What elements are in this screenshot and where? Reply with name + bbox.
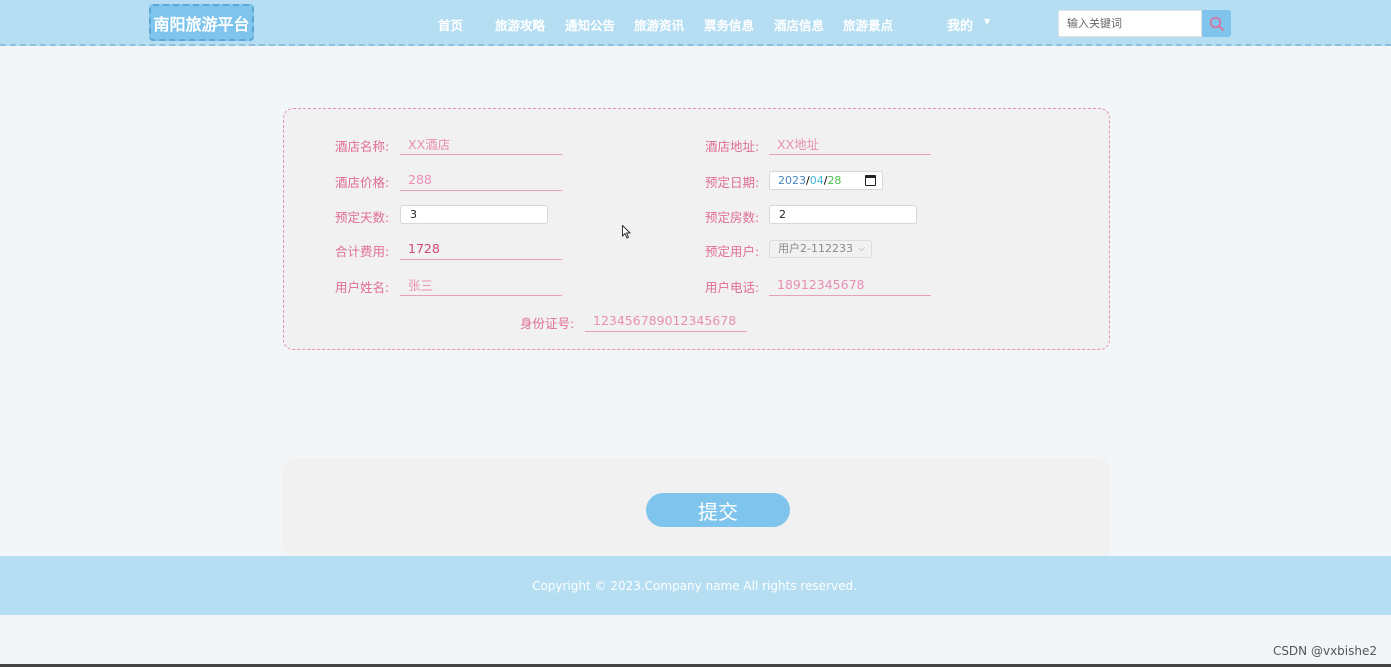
nav-hotels[interactable]: 酒店信息 [774, 15, 824, 34]
search-button[interactable] [1202, 10, 1231, 37]
hotel-name-field[interactable] [400, 133, 562, 155]
id-number-field[interactable] [585, 310, 747, 332]
user-phone-label: 用户电话: [705, 280, 760, 295]
booking-days-label: 预定天数: [335, 210, 390, 225]
mouse-cursor-icon [622, 225, 631, 239]
submit-button[interactable]: 提交 [646, 493, 790, 527]
hotel-address-label: 酒店地址: [705, 139, 760, 154]
booking-date-picker[interactable]: 2023/04/28 [769, 171, 883, 190]
total-cost-field[interactable] [400, 238, 562, 260]
chevron-down-icon[interactable]: ▼ [984, 17, 990, 26]
booking-user-label: 预定用户: [705, 244, 760, 259]
room-count-label: 预定房数: [705, 210, 760, 225]
hotel-price-label: 酒店价格: [335, 175, 390, 190]
watermark-text: CSDN @vxbishe2 [1272, 644, 1377, 658]
nav-my-account[interactable]: 我的 [947, 15, 973, 34]
chevron-down-icon: ⌵ [858, 244, 865, 254]
user-phone-field[interactable] [769, 274, 931, 296]
date-day: 28 [827, 174, 842, 187]
total-cost-label: 合计费用: [335, 244, 390, 259]
top-navbar: 南阳旅游平台 首页 旅游攻略 通知公告 旅游资讯 票务信息 酒店信息 旅游景点 … [0, 0, 1391, 46]
nav-travel-guide[interactable]: 旅游攻略 [495, 15, 545, 34]
copyright-text: Copyright © 2023.Company name All rights… [532, 578, 857, 593]
date-year: 2023 [778, 174, 806, 187]
search-input[interactable] [1058, 10, 1202, 37]
nav-notices[interactable]: 通知公告 [565, 15, 615, 34]
date-month: 04 [809, 174, 824, 187]
nav-home[interactable]: 首页 [438, 15, 463, 34]
nav-attractions[interactable]: 旅游景点 [843, 15, 893, 34]
booking-date-label: 预定日期: [705, 175, 760, 190]
footer: Copyright © 2023.Company name All rights… [0, 556, 1391, 615]
search-icon [1209, 16, 1224, 31]
user-name-field[interactable] [400, 274, 562, 296]
booking-user-value: 用户2-112233 [778, 242, 853, 255]
nav-tickets[interactable]: 票务信息 [704, 15, 754, 34]
booking-user-select[interactable]: 用户2-112233 ⌵ [769, 240, 872, 258]
hotel-name-label: 酒店名称: [335, 139, 390, 154]
user-name-label: 用户姓名: [335, 280, 390, 295]
nav-travel-news[interactable]: 旅游资讯 [634, 15, 684, 34]
hotel-address-field[interactable] [769, 133, 931, 155]
calendar-icon[interactable] [865, 175, 876, 186]
site-logo[interactable]: 南阳旅游平台 [149, 4, 254, 41]
id-number-label: 身份证号: [520, 316, 575, 331]
hotel-price-field[interactable] [400, 169, 562, 191]
booking-days-input[interactable]: 3 [400, 205, 548, 224]
room-count-input[interactable]: 2 [769, 205, 917, 224]
